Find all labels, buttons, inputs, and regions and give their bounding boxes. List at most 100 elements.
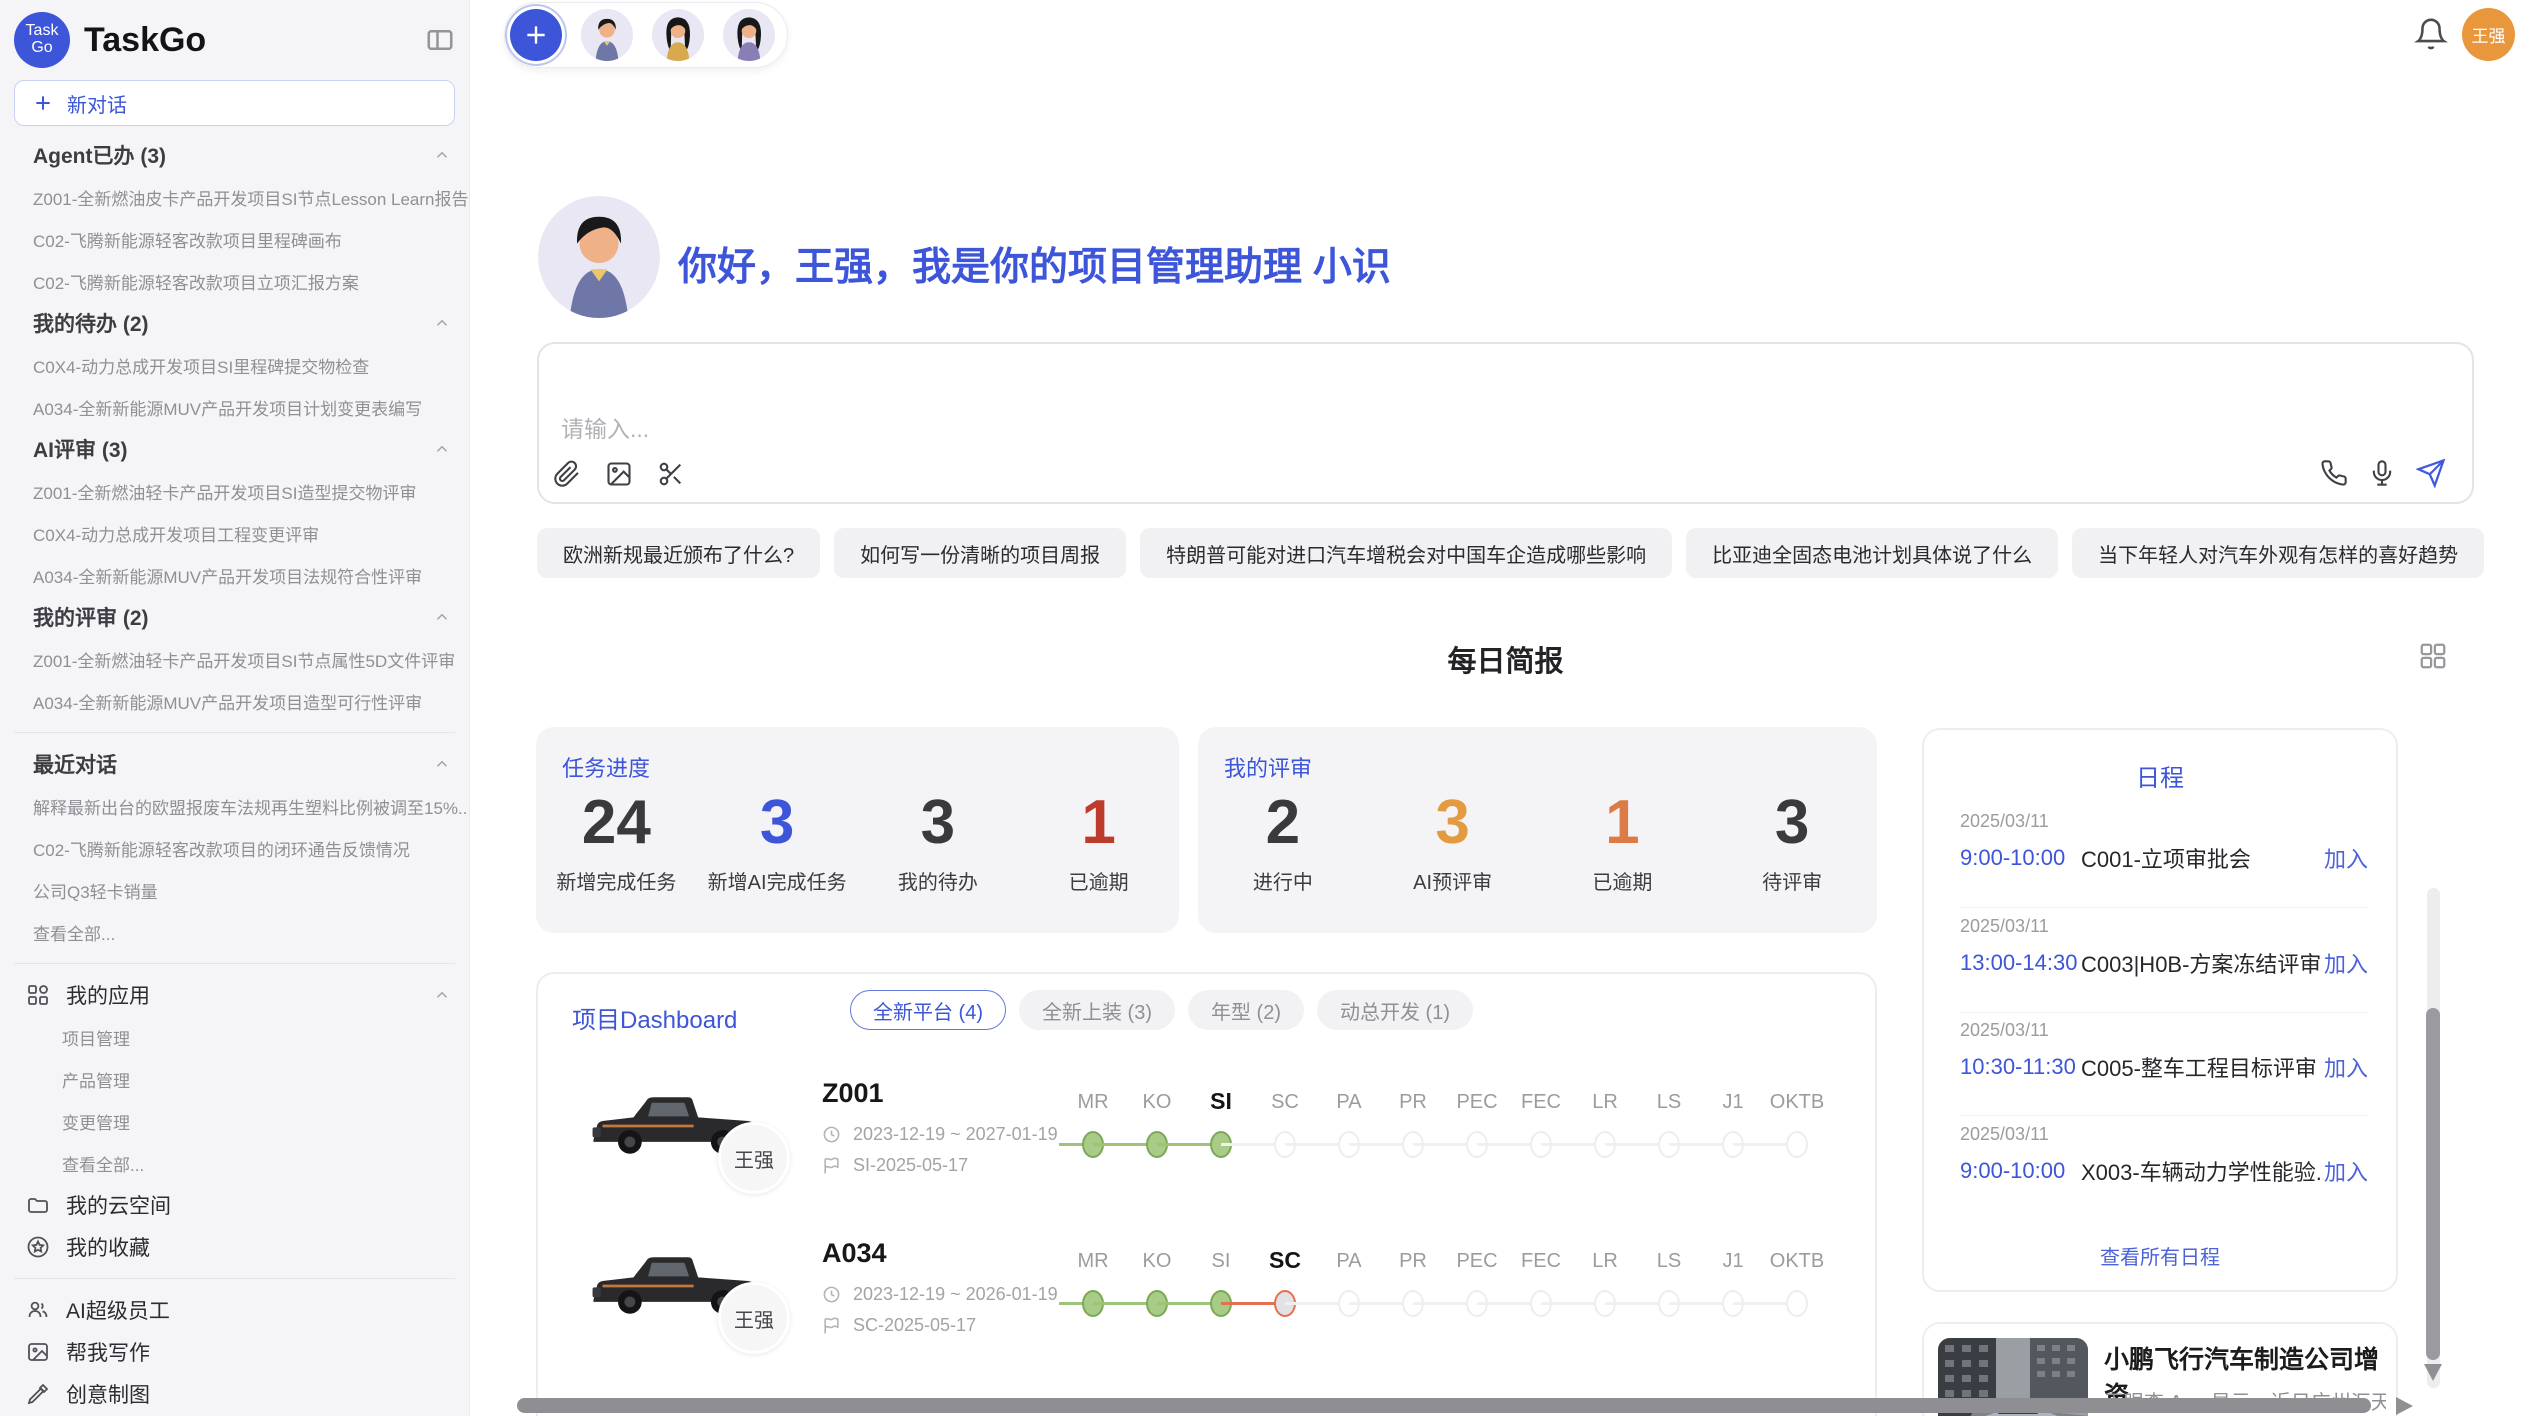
conversation-item[interactable]: A034-全新新能源MUV产品开发项目造型可行性评审	[0, 680, 469, 722]
view-all-schedule[interactable]: 查看所有日程	[1924, 1241, 2396, 1270]
layout-grid-icon[interactable]	[2418, 641, 2448, 671]
conversation-item[interactable]: C02-飞腾新能源轻客改款项目里程碑画布	[0, 218, 469, 260]
milestone-dot[interactable]	[1786, 1290, 1808, 1317]
attachment-icon[interactable]	[553, 460, 581, 488]
sidebar-list: Agent已办 (3) Z001-全新燃油皮卡产品开发项目SI节点Lesson …	[0, 134, 469, 1415]
milestones-row-0: MRKOSISCPAPRPECFECLRLSJ1OKTB	[1093, 1089, 1863, 1169]
creative-drawing[interactable]: 创意制图	[0, 1373, 469, 1415]
section-agent-done[interactable]: Agent已办 (3)	[0, 134, 469, 176]
section-recent-chats[interactable]: 最近对话	[0, 743, 469, 785]
plus-icon	[33, 93, 53, 113]
tab-year-model[interactable]: 年型 (2)	[1188, 990, 1304, 1030]
image-upload-icon[interactable]	[605, 460, 633, 488]
my-cloud-space[interactable]: 我的云空间	[0, 1184, 469, 1226]
schedule-item: 2025/03/11 9:00-10:00 X003-车辆动力学性能验... 加…	[1960, 1124, 2368, 1187]
cloud-icon	[26, 1193, 50, 1217]
conversation-item[interactable]: Z001-全新燃油轻卡产品开发项目SI节点属性5D文件评审	[0, 638, 469, 680]
tab-new-body[interactable]: 全新上装 (3)	[1019, 990, 1175, 1030]
stat-pending-review: 3待评审	[1707, 787, 1877, 895]
app-item-project[interactable]: 项目管理	[0, 1016, 469, 1058]
app-item-change[interactable]: 变更管理	[0, 1100, 469, 1142]
image-icon	[26, 1340, 50, 1364]
conversation-item[interactable]: C02-飞腾新能源轻客改款项目立项汇报方案	[0, 260, 469, 302]
join-button[interactable]: 加入	[2324, 842, 2368, 874]
app-item-product[interactable]: 产品管理	[0, 1058, 469, 1100]
view-all-chats[interactable]: 查看全部...	[0, 911, 469, 953]
horizontal-scrollbar[interactable]	[517, 1398, 2371, 1413]
tab-new-platform[interactable]: 全新平台 (4)	[850, 990, 1006, 1030]
project-owner-badge: 王强	[718, 1122, 790, 1194]
project-flag-date: SC-2025-05-17	[822, 1315, 976, 1336]
conversation-item[interactable]: Z001-全新燃油皮卡产品开发项目SI节点Lesson Learn报告	[0, 176, 469, 218]
view-all-apps[interactable]: 查看全部...	[0, 1142, 469, 1184]
schedule-title: 日程	[1924, 758, 2396, 793]
dashboard-title: 项目Dashboard	[572, 1000, 737, 1035]
suggestion-chip[interactable]: 欧洲新规最近颁布了什么?	[537, 528, 820, 578]
schedule-date: 2025/03/11	[1960, 916, 2368, 937]
milestone-dot[interactable]	[1786, 1131, 1808, 1158]
help-me-write[interactable]: 帮我写作	[0, 1331, 469, 1373]
user-avatar[interactable]: 王强	[2462, 8, 2515, 61]
project-code[interactable]: Z001	[822, 1078, 884, 1109]
send-icon[interactable]	[2416, 458, 2446, 488]
milestone-label: OKTB	[1749, 1091, 1845, 1114]
suggestion-chip[interactable]: 特朗普可能对进口汽车增税会对中国车企造成哪些影响	[1140, 528, 1672, 578]
conversation-item[interactable]: A034-全新新能源MUV产品开发项目法规符合性评审	[0, 554, 469, 596]
recent-chat-item[interactable]: 解释最新出台的欧盟报废车法规再生塑料比例被调至15%...	[0, 785, 469, 827]
agent-avatar-2[interactable]	[652, 9, 704, 61]
my-favorites[interactable]: 我的收藏	[0, 1226, 469, 1268]
suggestion-chips: 欧洲新规最近颁布了什么? 如何写一份清晰的项目周报 特朗普可能对进口汽车增税会对…	[537, 528, 2477, 578]
divider	[14, 963, 455, 964]
section-my-todo[interactable]: 我的待办 (2)	[0, 302, 469, 344]
ai-super-staff[interactable]: AI超级员工	[0, 1289, 469, 1331]
agent-avatar-3[interactable]	[723, 9, 775, 61]
section-ai-review[interactable]: AI评审 (3)	[0, 428, 469, 470]
join-button[interactable]: 加入	[2324, 947, 2368, 979]
conversation-item[interactable]: C0X4-动力总成开发项目工程变更评审	[0, 512, 469, 554]
assistant-avatar	[538, 196, 660, 318]
add-agent-button[interactable]	[510, 9, 562, 61]
clock-icon	[822, 1285, 841, 1304]
chevron-up-icon	[433, 146, 451, 164]
stat-new-done: 24新增完成任务	[536, 787, 697, 895]
chat-input[interactable]: 请输入...	[537, 342, 2474, 504]
conversation-item[interactable]: Z001-全新燃油轻卡产品开发项目SI造型提交物评审	[0, 470, 469, 512]
suggestion-chip[interactable]: 比亚迪全固态电池计划具体说了什么	[1686, 528, 2058, 578]
suggestion-chip[interactable]: 当下年轻人对汽车外观有怎样的喜好趋势	[2072, 528, 2484, 578]
vertical-scrollbar[interactable]	[2426, 1008, 2440, 1360]
suggestion-chip[interactable]: 如何写一份清晰的项目周报	[834, 528, 1126, 578]
sidebar-collapse-icon[interactable]	[425, 25, 455, 55]
notifications-bell-icon[interactable]	[2414, 17, 2448, 51]
conversation-item[interactable]: C0X4-动力总成开发项目SI里程碑提交物检查	[0, 344, 469, 386]
join-button[interactable]: 加入	[2324, 1155, 2368, 1187]
clock-icon	[822, 1125, 841, 1144]
schedule-item: 2025/03/11 10:30-11:30 C005-整车工程目标评审 加入	[1960, 1020, 2368, 1083]
scroll-down-arrow-icon[interactable]	[2424, 1364, 2442, 1381]
recent-chat-item[interactable]: C02-飞腾新能源轻客改款项目的闭环通告反馈情况	[0, 827, 469, 869]
app-title: TaskGo	[84, 21, 411, 60]
schedule-time: 10:30-11:30	[1960, 1054, 2081, 1080]
conversation-item[interactable]: A034-全新新能源MUV产品开发项目计划变更表编写	[0, 386, 469, 428]
grid-icon	[26, 983, 50, 1007]
scroll-right-arrow-icon[interactable]	[2396, 1397, 2413, 1415]
microphone-icon[interactable]	[2368, 459, 2396, 487]
card-title: 任务进度	[562, 751, 650, 783]
phone-icon[interactable]	[2320, 459, 2348, 487]
chevron-up-icon	[433, 314, 451, 332]
my-apps-header[interactable]: 我的应用	[0, 974, 469, 1016]
scissors-icon[interactable]	[657, 460, 685, 488]
agent-avatar-1[interactable]	[581, 9, 633, 61]
join-button[interactable]: 加入	[2324, 1051, 2368, 1083]
project-flag-date: SI-2025-05-17	[822, 1155, 968, 1176]
section-my-review[interactable]: 我的评审 (2)	[0, 596, 469, 638]
tab-powertrain[interactable]: 动总开发 (1)	[1317, 990, 1473, 1030]
chevron-up-icon	[433, 440, 451, 458]
project-code[interactable]: A034	[822, 1238, 887, 1269]
card-title: 我的评审	[1224, 751, 1312, 783]
schedule-time: 9:00-10:00	[1960, 1158, 2081, 1184]
new-chat-button[interactable]: 新对话	[14, 80, 455, 126]
recent-chat-item[interactable]: 公司Q3轻卡销量	[0, 869, 469, 911]
app-logo: Task Go	[14, 12, 70, 68]
stat-ai-prereview: 3AI预评审	[1368, 787, 1538, 895]
divider	[14, 732, 455, 733]
